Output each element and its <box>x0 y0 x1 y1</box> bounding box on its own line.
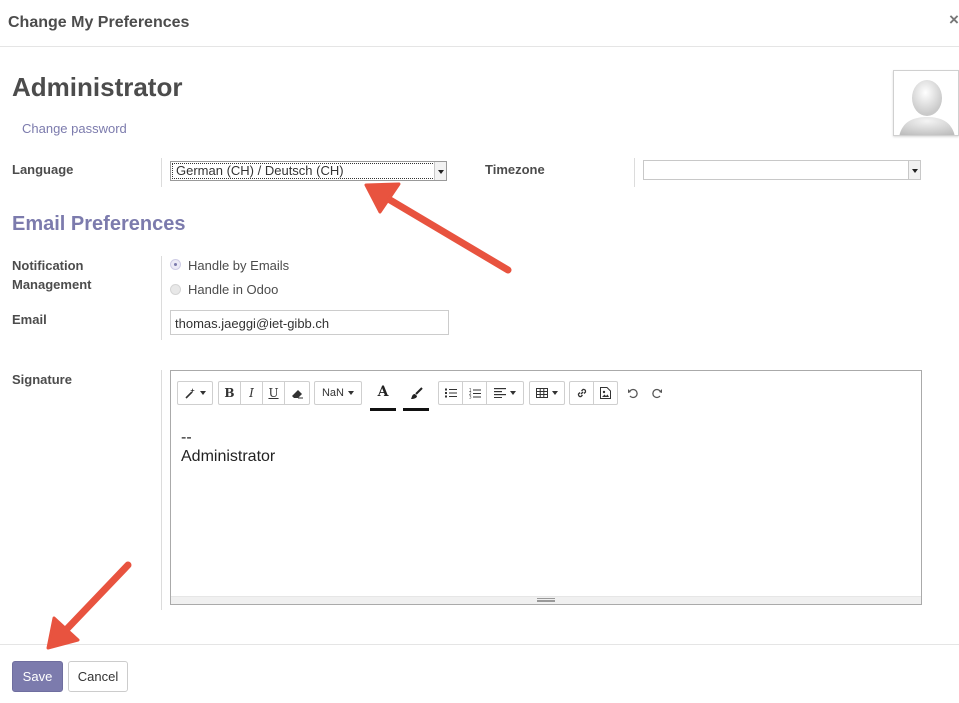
signature-line: Administrator <box>181 448 276 465</box>
radio-label-handle-by-emails[interactable]: Handle by Emails <box>188 258 289 273</box>
radio-label-handle-in-odoo[interactable]: Handle in Odoo <box>188 282 278 297</box>
redo-button[interactable] <box>651 386 665 400</box>
toolbar-insert-group <box>569 381 618 405</box>
language-select[interactable]: German (CH) / Deutsch (CH) <box>170 161 447 181</box>
radio-handle-by-emails[interactable] <box>170 259 181 270</box>
insert-link-button[interactable] <box>570 382 594 404</box>
chevron-down-icon <box>200 391 206 395</box>
timezone-label: Timezone <box>485 162 545 177</box>
align-dropdown-button[interactable] <box>487 382 523 404</box>
chevron-down-icon <box>348 391 354 395</box>
close-icon[interactable]: × <box>949 10 959 30</box>
cancel-button[interactable]: Cancel <box>68 661 128 692</box>
signature-label: Signature <box>12 372 72 387</box>
numbered-list-button[interactable]: 1 2 3 <box>463 382 487 404</box>
user-name: Administrator <box>12 72 183 102</box>
footer-divider <box>0 644 959 645</box>
email-preferences-heading: Email Preferences <box>12 213 186 235</box>
toolbar-style-group <box>177 381 213 405</box>
insert-image-button[interactable] <box>594 382 617 404</box>
toolbar-paragraph-group: 1 2 3 <box>438 381 524 405</box>
image-icon <box>600 387 611 399</box>
signature-content[interactable]: -- Administrator <box>181 428 275 466</box>
dialog-header: Change My Preferences <box>0 0 959 47</box>
italic-button[interactable]: I <box>241 382 263 404</box>
bullet-list-button[interactable] <box>439 382 463 404</box>
toolbar-table-group <box>529 381 565 405</box>
font-color-button[interactable]: A <box>370 381 396 411</box>
language-select-value: German (CH) / Deutsch (CH) <box>176 163 344 178</box>
undo-icon <box>628 388 638 399</box>
field-separator <box>161 256 162 340</box>
bold-button[interactable]: B <box>219 382 241 404</box>
eraser-icon <box>291 389 303 398</box>
redo-icon <box>652 388 662 399</box>
table-icon <box>536 388 548 398</box>
annotation-arrow <box>46 561 132 650</box>
signature-editor[interactable]: B I U NaN A 1 2 3 -- Administrator <box>170 370 922 605</box>
magic-wand-icon <box>185 388 195 399</box>
numbered-list-icon: 1 2 3 <box>469 388 481 399</box>
annotation-arrow <box>364 182 512 274</box>
chevron-down-icon <box>434 162 446 180</box>
chevron-down-icon <box>908 161 920 179</box>
font-size-value: NaN <box>321 387 344 399</box>
undo-button[interactable] <box>627 386 641 400</box>
toolbar-format-group: B I U <box>218 381 310 405</box>
toolbar-fontsize-group: NaN <box>314 381 362 405</box>
notification-management-label: Notification Management <box>12 256 91 294</box>
paint-brush-icon <box>410 387 423 399</box>
svg-text:3: 3 <box>469 394 472 399</box>
clear-format-button[interactable] <box>285 382 309 404</box>
link-icon <box>577 388 586 398</box>
table-dropdown-button[interactable] <box>530 382 564 404</box>
radio-handle-in-odoo[interactable] <box>170 284 181 295</box>
change-password-link[interactable]: Change password <box>22 121 127 136</box>
underline-button[interactable]: U <box>263 382 285 404</box>
signature-line: -- <box>181 429 192 446</box>
font-size-dropdown[interactable]: NaN <box>315 382 361 404</box>
save-button[interactable]: Save <box>12 661 63 692</box>
field-separator <box>161 158 162 187</box>
dialog-title: Change My Preferences <box>8 14 190 31</box>
avatar[interactable] <box>893 70 959 136</box>
bullet-list-icon <box>444 388 457 398</box>
resize-grip-icon <box>537 598 555 602</box>
timezone-select[interactable] <box>643 160 921 180</box>
language-label: Language <box>12 162 74 177</box>
email-label: Email <box>12 312 47 327</box>
highlight-color-button[interactable] <box>403 381 429 411</box>
editor-resize-bar[interactable] <box>171 596 921 604</box>
align-icon <box>494 388 506 398</box>
chevron-down-icon <box>552 391 558 395</box>
email-field[interactable]: thomas.jaeggi@iet-gibb.ch <box>170 310 449 335</box>
field-separator <box>634 158 635 187</box>
field-separator <box>161 370 162 610</box>
notification-label-line1: Notification <box>12 258 84 273</box>
avatar-placeholder-icon <box>899 80 955 135</box>
chevron-down-icon <box>510 391 516 395</box>
notification-label-line2: Management <box>12 277 92 292</box>
style-dropdown-button[interactable] <box>178 382 212 404</box>
